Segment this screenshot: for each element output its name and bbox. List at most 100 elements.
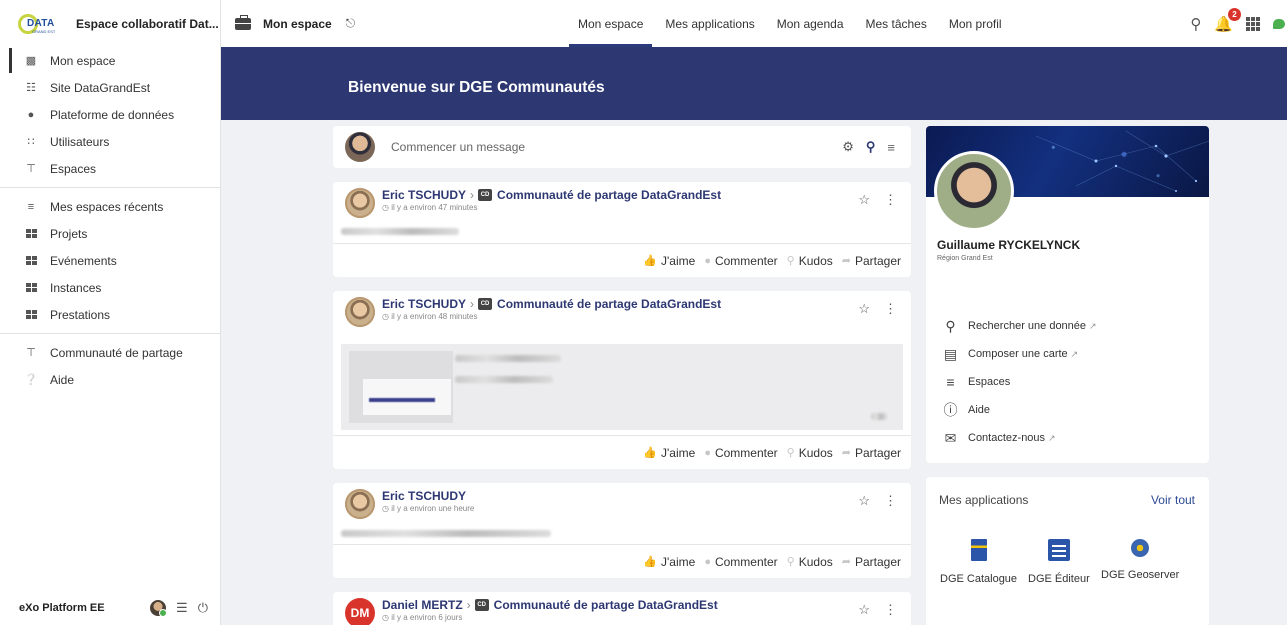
link-contact[interactable]: ✉ Contactez-nous ↗: [942, 424, 1097, 452]
bell-icon[interactable]: 🔔 2: [1214, 7, 1241, 33]
datagrandest-logo: DATA GRAND EST: [18, 13, 68, 35]
link-preview[interactable]: [341, 344, 903, 430]
kudos-button[interactable]: ⚲ Kudos: [787, 254, 833, 268]
sidebar-item-prestations[interactable]: Prestations: [0, 301, 220, 328]
profile-card: Guillaume RYCKELYNCK Région Grand Est ⚲ R…: [926, 126, 1209, 463]
author-name[interactable]: Eric TSCHUDY: [382, 489, 466, 503]
app-dge-editeur[interactable]: DGE Éditeur: [1028, 539, 1090, 585]
users-icon: ∷: [27, 136, 35, 148]
more-vertical-icon[interactable]: ⋮: [884, 192, 897, 208]
star-icon[interactable]: ☆: [858, 602, 870, 618]
settings-sliders-icon[interactable]: ☰: [176, 600, 188, 616]
comment-button[interactable]: ● Commenter: [704, 446, 777, 460]
tab-mon-espace[interactable]: Mon espace: [567, 0, 654, 47]
grid-icon: [24, 308, 38, 322]
sidebar-brand[interactable]: DATA GRAND EST Espace collaboratif Dat..…: [0, 0, 220, 47]
like-button[interactable]: 👍 J'aime: [643, 254, 695, 268]
profile-name[interactable]: Guillaume RYCKELYNCK: [937, 238, 1080, 252]
link-aide[interactable]: ⓘ Aide: [942, 396, 1097, 424]
message-composer[interactable]: Commencer un message ⚙ ⚲ ≡: [333, 126, 911, 168]
more-vertical-icon[interactable]: ⋮: [884, 602, 897, 618]
sidebar-item-espaces[interactable]: ⊤ Espaces: [0, 155, 220, 182]
power-icon[interactable]: ⏻: [198, 600, 208, 616]
link-rechercher-donnee[interactable]: ⚲ Rechercher une donnée ↗: [942, 312, 1096, 340]
space-name[interactable]: Communauté de partage DataGrandEst: [497, 188, 721, 202]
sidebar-item-site-datagrandest[interactable]: ☷ Site DataGrandEst: [0, 74, 220, 101]
apps-waffle-icon[interactable]: [1246, 16, 1260, 31]
sidebar-item-utilisateurs[interactable]: ∷ Utilisateurs: [0, 128, 220, 155]
chevron-right-icon: ›: [470, 297, 475, 311]
site-title: Espace collaboratif Dat...: [76, 16, 219, 31]
star-icon[interactable]: ☆: [858, 301, 870, 317]
filter-icon[interactable]: ≡: [887, 140, 895, 155]
post-time: ◷ il y a environ une heure: [382, 504, 475, 513]
catalogue-icon: [970, 539, 987, 561]
app-dge-geoserver[interactable]: DGE Geoserver: [1101, 539, 1179, 581]
sidebar-item-instances[interactable]: Instances: [0, 274, 220, 301]
gear-icon[interactable]: ⚙: [842, 139, 854, 155]
share-icon: ➦: [841, 447, 851, 459]
star-icon[interactable]: ☆: [858, 192, 870, 208]
composer-placeholder[interactable]: Commencer un message: [391, 140, 525, 154]
editor-icon: [1047, 539, 1070, 561]
space-name[interactable]: Communauté de partage DataGrandEst: [497, 297, 721, 311]
kudos-button[interactable]: ⚲ Kudos: [787, 446, 833, 460]
sidebar-item-plateforme[interactable]: ● Plateforme de données: [0, 101, 220, 128]
space-name[interactable]: Communauté de partage DataGrandEst: [494, 598, 718, 612]
user-avatar[interactable]: [150, 600, 168, 617]
comment-icon: ●: [704, 254, 711, 267]
tab-mon-agenda[interactable]: Mon agenda: [766, 0, 855, 47]
kudos-button[interactable]: ⚲ Kudos: [787, 555, 833, 569]
sidebar-item-evenements[interactable]: Evénements: [0, 247, 220, 274]
grid-icon: [24, 281, 38, 295]
chat-icon[interactable]: [1273, 18, 1285, 29]
author-avatar[interactable]: [345, 297, 375, 327]
author-avatar[interactable]: [345, 188, 375, 218]
author-name[interactable]: Daniel MERTZ: [382, 598, 463, 612]
tab-mes-taches[interactable]: Mes tâches: [855, 0, 938, 47]
like-button[interactable]: 👍 J'aime: [643, 446, 695, 460]
post-content: [341, 530, 551, 537]
share-button[interactable]: ➦ Partager: [842, 446, 901, 460]
like-button[interactable]: 👍 J'aime: [643, 555, 695, 569]
more-vertical-icon[interactable]: ⋮: [884, 301, 897, 317]
star-icon[interactable]: ☆: [858, 493, 870, 509]
share-button[interactable]: ➦ Partager: [842, 254, 901, 268]
sidebar-item-communaute[interactable]: ⊤ Communauté de partage: [0, 339, 220, 366]
chevron-right-icon: ›: [466, 598, 471, 612]
app-dge-catalogue[interactable]: DGE Catalogue: [940, 539, 1017, 585]
kudos-icon[interactable]: ⚲: [866, 139, 876, 155]
author-avatar[interactable]: DM: [345, 598, 375, 625]
sidebar-item-mon-espace[interactable]: ▩ Mon espace: [0, 47, 220, 74]
sidebar-divider: [0, 333, 220, 334]
sidebar-divider: [0, 187, 220, 188]
map-icon: ▤: [943, 345, 958, 362]
sidebar-item-recent-spaces[interactable]: ≡ Mes espaces récents: [0, 193, 220, 220]
help-circle-icon: ⓘ: [943, 402, 958, 418]
banner-title: Bienvenue sur DGE Communautés: [348, 79, 605, 96]
briefcase-icon: ▩: [25, 55, 37, 67]
sidebar-item-projets[interactable]: Projets: [0, 220, 220, 247]
profile-avatar[interactable]: [934, 151, 1014, 231]
sidebar-nav: ▩ Mon espace ☷ Site DataGrandEst ● Platefor…: [0, 47, 220, 182]
layers-icon: ≡: [946, 374, 955, 390]
author-avatar[interactable]: [345, 489, 375, 519]
tab-mes-applications[interactable]: Mes applications: [654, 0, 765, 47]
comment-button[interactable]: ● Commenter: [704, 254, 777, 268]
current-space[interactable]: Mon espace ⎋: [235, 14, 356, 31]
geoserver-icon: [1131, 539, 1150, 557]
author-name[interactable]: Eric TSCHUDY: [382, 297, 466, 311]
more-vertical-icon[interactable]: ⋮: [884, 493, 897, 509]
site-map-icon[interactable]: ⎋: [346, 16, 356, 31]
share-button[interactable]: ➦ Partager: [842, 555, 901, 569]
link-composer-carte[interactable]: ▤ Composer une carte ↗: [942, 340, 1097, 368]
link-espaces[interactable]: ≡ Espaces: [942, 368, 1097, 396]
sidebar-item-aide[interactable]: ❔ Aide: [0, 366, 220, 393]
top-bar: Mon espace ⎋ Mon espace Mes applications…: [221, 0, 1287, 47]
tab-mon-profil[interactable]: Mon profil: [938, 0, 1013, 47]
search-icon[interactable]: ⚲: [1190, 15, 1201, 33]
see-all-link[interactable]: Voir tout: [1151, 493, 1195, 507]
post-header: Eric TSCHUDY ◷ il y a environ une heure: [345, 489, 474, 519]
author-name[interactable]: Eric TSCHUDY: [382, 188, 466, 202]
comment-button[interactable]: ● Commenter: [704, 555, 777, 569]
